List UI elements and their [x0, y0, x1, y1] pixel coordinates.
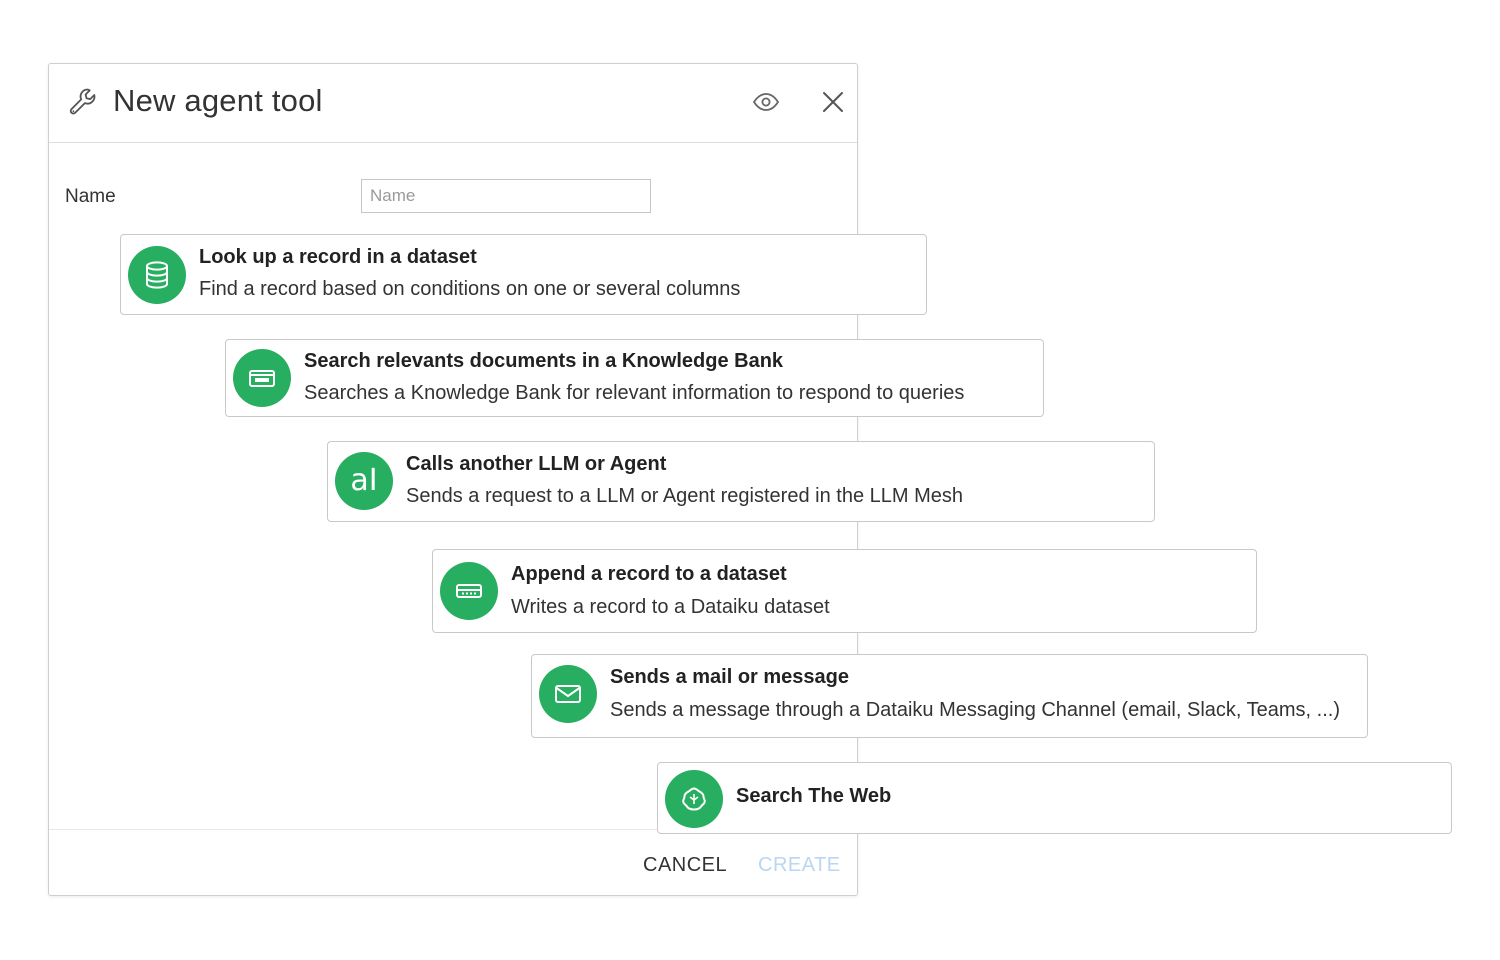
- tool-card-llm-agent[interactable]: aI Calls another LLM or Agent Sends a re…: [327, 441, 1155, 522]
- eye-icon[interactable]: [751, 89, 781, 115]
- append-record-icon: [440, 562, 498, 620]
- tool-title: Calls another LLM or Agent: [406, 453, 667, 475]
- tool-title: Search The Web: [736, 785, 892, 807]
- llm-glyph: aI: [350, 463, 378, 498]
- modal-title: New agent tool: [113, 83, 323, 118]
- wrench-icon: [69, 88, 96, 115]
- cancel-button[interactable]: CANCEL: [643, 854, 727, 877]
- tool-title: Append a record to a dataset: [511, 563, 787, 585]
- knowledge-bank-icon: [233, 349, 291, 407]
- tool-card-append-record[interactable]: Append a record to a dataset Writes a re…: [432, 549, 1257, 633]
- tool-title: Sends a mail or message: [610, 666, 850, 688]
- name-input[interactable]: [361, 179, 651, 213]
- tool-description: Find a record based on conditions on one…: [199, 278, 741, 300]
- modal-header: New agent tool: [49, 64, 857, 143]
- tool-card-send-mail[interactable]: Sends a mail or message Sends a message …: [531, 654, 1368, 738]
- name-label: Name: [65, 186, 116, 207]
- create-button[interactable]: CREATE: [758, 854, 841, 877]
- tool-description: Sends a message through a Dataiku Messag…: [610, 699, 1340, 721]
- database-icon: [128, 246, 186, 304]
- tool-description: Searches a Knowledge Bank for relevant i…: [304, 382, 965, 404]
- modal-footer: CANCEL CREATE: [49, 829, 857, 895]
- tool-description: Writes a record to a Dataiku dataset: [511, 596, 830, 618]
- tool-card-search-web[interactable]: Search The Web: [657, 762, 1452, 834]
- tool-card-knowledge-bank[interactable]: Search relevants documents in a Knowledg…: [225, 339, 1044, 417]
- mail-icon: [539, 665, 597, 723]
- tool-card-lookup-record[interactable]: Look up a record in a dataset Find a rec…: [120, 234, 927, 315]
- tool-title: Search relevants documents in a Knowledg…: [304, 350, 784, 372]
- close-icon[interactable]: [819, 88, 847, 116]
- web-search-icon: [665, 770, 723, 828]
- llm-icon: aI: [335, 452, 393, 510]
- tool-title: Look up a record in a dataset: [199, 246, 477, 268]
- tool-description: Sends a request to a LLM or Agent regist…: [406, 485, 963, 507]
